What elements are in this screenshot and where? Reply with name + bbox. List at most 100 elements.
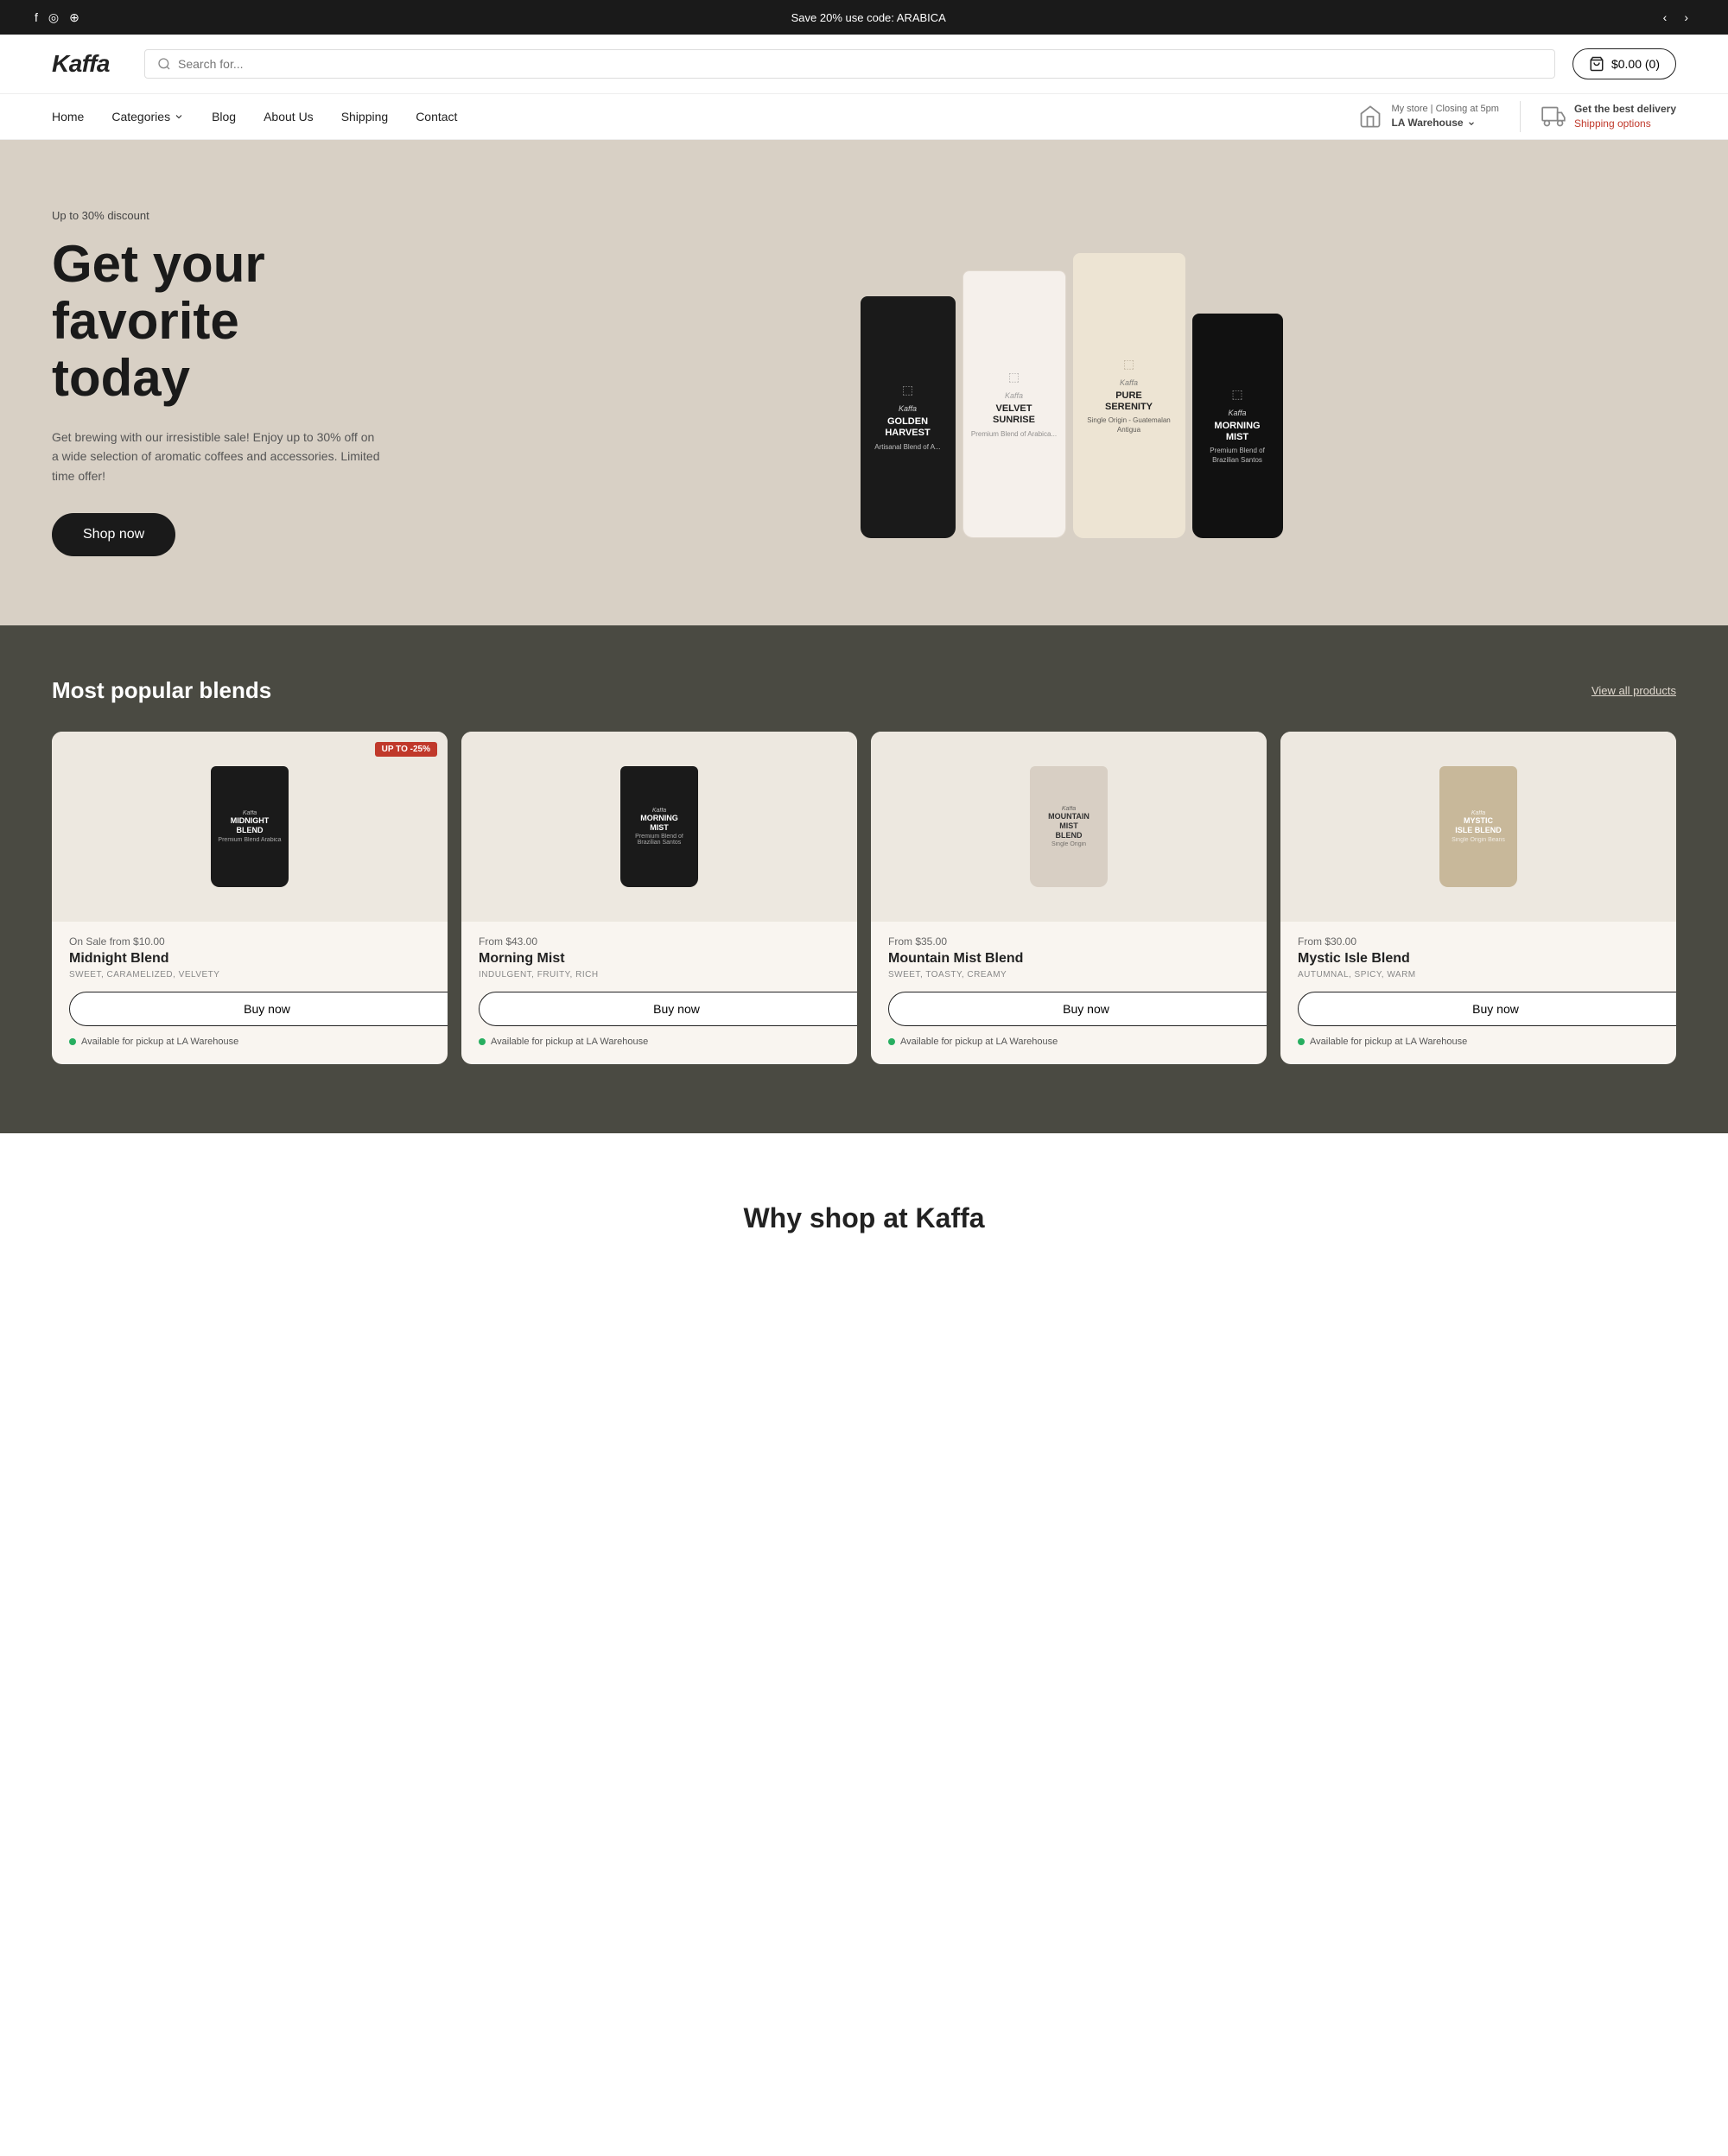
product-info-3: From $35.00 Mountain Mist Blend SWEET, T… [871, 935, 1267, 980]
product-name-4: Mystic Isle Blend [1298, 951, 1659, 967]
search-bar[interactable] [144, 49, 1555, 79]
nav-item-contact[interactable]: Contact [416, 94, 457, 139]
buy-now-button-3[interactable]: Buy now [888, 992, 1267, 1026]
product-name-3: Mountain Mist Blend [888, 951, 1249, 967]
product-card-2: Kaffa MORNINGMIST Premium Blend of Brazi… [461, 732, 857, 1064]
product-card-1: UP TO -25% Kaffa MIDNIGHTBLEND Premium B… [52, 732, 448, 1064]
buy-now-button-2[interactable]: Buy now [479, 992, 857, 1026]
product-price-2: From $43.00 [479, 935, 840, 948]
store-name[interactable]: LA Warehouse [1391, 116, 1499, 130]
product-tags-2: INDULGENT, FRUITY, RICH [479, 970, 840, 980]
delivery-icon [1541, 105, 1566, 129]
announcement-prev-button[interactable]: ‹ [1658, 9, 1673, 26]
product-image-4: Kaffa MYSTICISLE BLEND Single Origin Bea… [1280, 732, 1676, 922]
shop-now-button[interactable]: Shop now [52, 513, 175, 556]
nav-item-categories[interactable]: Categories [111, 94, 184, 139]
nav-item-home[interactable]: Home [52, 94, 84, 139]
nav-left: Home Categories Blog About Us Shipping C… [52, 94, 457, 139]
product-name-2: Morning Mist [479, 951, 840, 967]
announcement-nav-arrows: ‹ › [1658, 9, 1693, 26]
pickup-text-2: Available for pickup at LA Warehouse [491, 1037, 648, 1047]
pickup-text-1: Available for pickup at LA Warehouse [81, 1037, 238, 1047]
store-chevron-icon [1467, 119, 1476, 128]
view-all-link[interactable]: View all products [1591, 684, 1676, 697]
nav-item-about[interactable]: About Us [264, 94, 314, 139]
product-card-3: Kaffa MOUNTAINMISTBLEND Single Origin Fr… [871, 732, 1267, 1064]
nav-right: My store | Closing at 5pm LA Warehouse G… [1358, 101, 1676, 132]
product-card-4: Kaffa MYSTICISLE BLEND Single Origin Bea… [1280, 732, 1676, 1064]
pickup-dot-2 [479, 1038, 486, 1045]
pickup-dot-3 [888, 1038, 895, 1045]
hero-discount-text: Up to 30% discount [52, 209, 467, 222]
hero-product-1: ⬚ Kaffa GOLDENHARVEST Artisanal Blend of… [861, 296, 956, 538]
product-info-2: From $43.00 Morning Mist INDULGENT, FRUI… [461, 935, 857, 980]
facebook-icon[interactable]: f [35, 10, 38, 24]
pickup-info-3: Available for pickup at LA Warehouse [871, 1037, 1267, 1047]
store-icon [1358, 105, 1382, 129]
search-input[interactable] [178, 57, 1542, 71]
store-details: My store | Closing at 5pm LA Warehouse [1391, 103, 1499, 130]
hero-section: Up to 30% discount Get your favorite tod… [0, 140, 1728, 625]
pinterest-icon[interactable]: ⊕ [69, 10, 79, 25]
promo-text: Save 20% use code: ARABICA [79, 11, 1658, 24]
cart-icon [1589, 56, 1604, 72]
product-image-2: Kaffa MORNINGMIST Premium Blend of Brazi… [461, 732, 857, 922]
product-info-1: On Sale from $10.00 Midnight Blend SWEET… [52, 935, 448, 980]
delivery-details: Get the best delivery Shipping options [1574, 102, 1676, 131]
cart-total: $0.00 (0) [1611, 57, 1660, 71]
hero-title: Get your favorite today [52, 236, 467, 407]
hero-products: ⬚ Kaffa GOLDENHARVEST Artisanal Blend of… [467, 227, 1676, 538]
product-bag-midnight: Kaffa MIDNIGHTBLEND Premium Blend Arabic… [211, 766, 289, 887]
delivery-title: Get the best delivery [1574, 102, 1676, 117]
hero-content: Up to 30% discount Get your favorite tod… [52, 209, 467, 556]
announcement-bar: f ◎ ⊕ Save 20% use code: ARABICA ‹ › [0, 0, 1728, 35]
hero-product-2: ⬚ Kaffa VELVETSUNRISE Premium Blend of A… [962, 270, 1066, 538]
product-tags-3: SWEET, TOASTY, CREAMY [888, 970, 1249, 980]
product-name-1: Midnight Blend [69, 951, 430, 967]
buy-now-button-4[interactable]: Buy now [1298, 992, 1676, 1026]
popular-section: Most popular blends View all products UP… [0, 625, 1728, 1133]
delivery-info[interactable]: Get the best delivery Shipping options [1541, 102, 1676, 131]
delivery-subtitle[interactable]: Shipping options [1574, 117, 1676, 131]
product-price-1: On Sale from $10.00 [69, 935, 430, 948]
nav-item-blog[interactable]: Blog [212, 94, 236, 139]
product-tags-1: SWEET, CARAMELIZED, VELVETY [69, 970, 430, 980]
nav-divider [1520, 101, 1521, 132]
product-tags-4: AUTUMNAL, SPICY, WARM [1298, 970, 1659, 980]
pickup-dot-4 [1298, 1038, 1305, 1045]
pickup-text-4: Available for pickup at LA Warehouse [1310, 1037, 1467, 1047]
product-info-4: From $30.00 Mystic Isle Blend AUTUMNAL, … [1280, 935, 1676, 980]
search-icon [157, 57, 171, 71]
product-image-1: UP TO -25% Kaffa MIDNIGHTBLEND Premium B… [52, 732, 448, 922]
why-title: Why shop at Kaffa [52, 1202, 1676, 1234]
pickup-info-1: Available for pickup at LA Warehouse [52, 1037, 448, 1047]
product-bag-morning: Kaffa MORNINGMIST Premium Blend of Brazi… [620, 766, 698, 887]
pickup-info-2: Available for pickup at LA Warehouse [461, 1037, 857, 1047]
instagram-icon[interactable]: ◎ [48, 10, 59, 25]
social-icons: f ◎ ⊕ [35, 10, 79, 25]
hero-product-3: ⬚ Kaffa PURESERENITY Single Origin - Gua… [1073, 253, 1185, 538]
section-title: Most popular blends [52, 677, 271, 704]
pickup-info-4: Available for pickup at LA Warehouse [1280, 1037, 1676, 1047]
product-price-4: From $30.00 [1298, 935, 1659, 948]
product-bag-mountain: Kaffa MOUNTAINMISTBLEND Single Origin [1030, 766, 1108, 887]
why-section: Why shop at Kaffa [0, 1133, 1728, 1303]
hero-product-4: ⬚ Kaffa MORNINGMIST Premium Blend of Bra… [1192, 314, 1283, 538]
product-image-3: Kaffa MOUNTAINMISTBLEND Single Origin [871, 732, 1267, 922]
announcement-next-button[interactable]: › [1679, 9, 1693, 26]
section-header: Most popular blends View all products [52, 677, 1676, 704]
cart-button[interactable]: $0.00 (0) [1572, 48, 1676, 79]
store-info[interactable]: My store | Closing at 5pm LA Warehouse [1358, 103, 1499, 130]
logo[interactable]: Kaffa [52, 50, 110, 78]
product-price-3: From $35.00 [888, 935, 1249, 948]
sale-badge-1: UP TO -25% [375, 742, 437, 757]
product-bag-mystic: Kaffa MYSTICISLE BLEND Single Origin Bea… [1439, 766, 1517, 887]
products-grid: UP TO -25% Kaffa MIDNIGHTBLEND Premium B… [52, 732, 1676, 1064]
store-closing-text: My store | Closing at 5pm [1391, 103, 1499, 116]
header: Kaffa $0.00 (0) [0, 35, 1728, 94]
nav-bar: Home Categories Blog About Us Shipping C… [0, 94, 1728, 140]
buy-now-button-1[interactable]: Buy now [69, 992, 448, 1026]
hero-description: Get brewing with our irresistible sale! … [52, 428, 380, 485]
nav-item-shipping[interactable]: Shipping [341, 94, 389, 139]
chevron-down-icon [174, 111, 184, 122]
